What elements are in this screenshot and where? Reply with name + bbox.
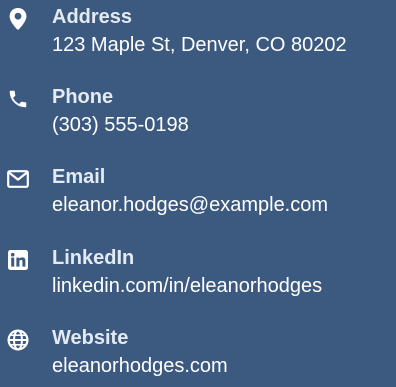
linkedin-label: LinkedIn xyxy=(52,247,135,269)
map-marker-icon xyxy=(7,8,29,30)
phone-value[interactable]: (303) 555-0198 xyxy=(52,113,189,137)
email-label: Email xyxy=(52,166,106,188)
contact-item-phone: Phone (303) 555-0198 xyxy=(0,80,396,140)
address-value: 123 Maple St, Denver, CO 80202 xyxy=(52,34,347,56)
website-value[interactable]: eleanorhodges.com xyxy=(52,354,228,378)
contact-item-website: Website eleanorhodges.com xyxy=(0,321,396,381)
linkedin-value[interactable]: linkedin.com/in/eleanorhodges xyxy=(52,274,322,298)
contact-item-email: Email eleanor.hodges@example.com xyxy=(0,160,396,220)
email-value[interactable]: eleanor.hodges@example.com xyxy=(52,193,328,217)
contact-item-linkedin: LinkedIn linkedin.com/in/eleanorhodges xyxy=(0,241,396,301)
contact-list: Address 123 Maple St, Denver, CO 80202 P… xyxy=(0,0,396,387)
address-label: Address xyxy=(52,6,133,28)
globe-icon xyxy=(7,329,29,351)
linkedin-icon xyxy=(7,249,29,271)
website-label: Website xyxy=(52,327,129,349)
phone-label: Phone xyxy=(52,86,114,108)
contact-item-address: Address 123 Maple St, Denver, CO 80202 xyxy=(0,0,396,60)
envelope-icon xyxy=(7,168,29,190)
phone-icon xyxy=(7,88,29,110)
